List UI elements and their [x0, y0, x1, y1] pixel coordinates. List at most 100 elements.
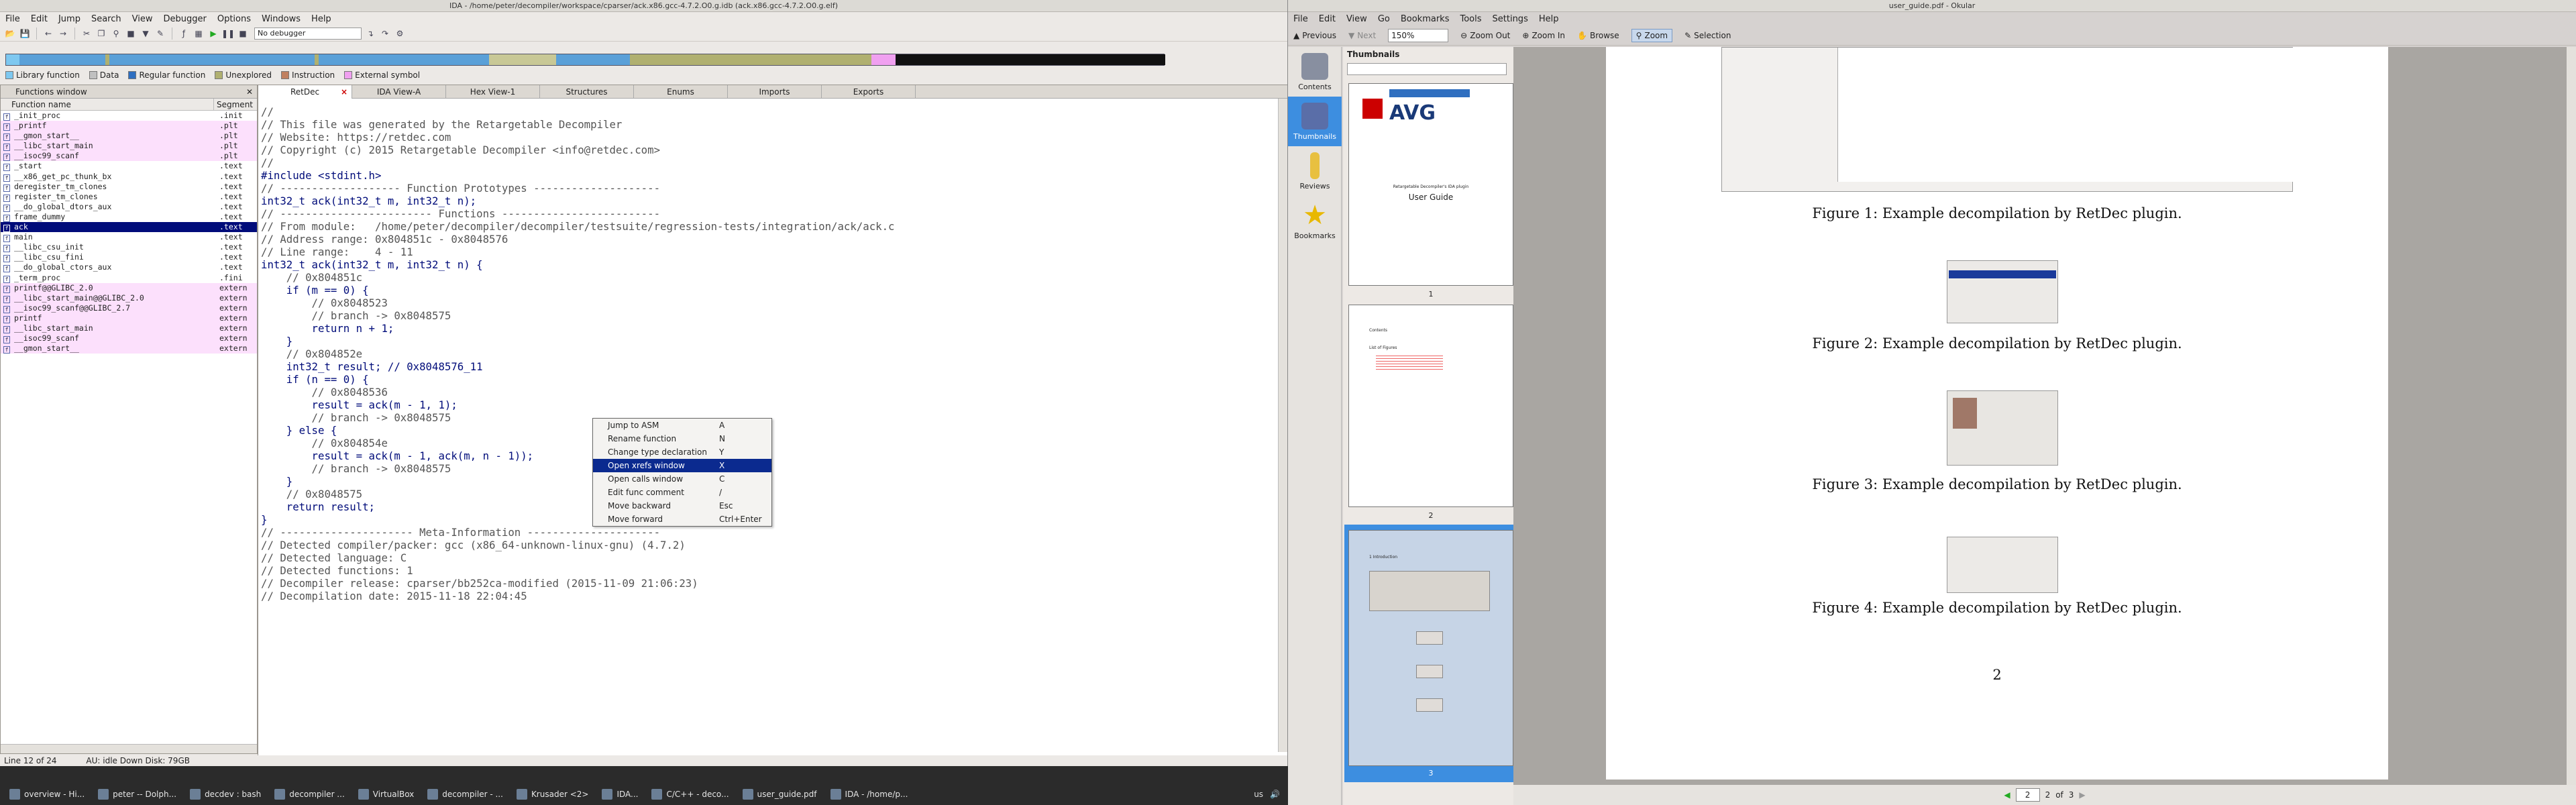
taskbar-task[interactable]: peter -- Dolph...: [94, 786, 182, 803]
forward-icon[interactable]: →: [57, 28, 69, 40]
col-segment[interactable]: Segment: [214, 99, 253, 110]
function-row[interactable]: f __libc_start_main@@GLIBC_2.0 extern: [1, 292, 257, 303]
function-row[interactable]: f _start .text: [1, 161, 257, 172]
function-row[interactable]: f ack .text: [1, 222, 257, 233]
run-icon[interactable]: ▶: [207, 28, 219, 40]
col-function-name[interactable]: Function name: [1, 99, 214, 110]
function-row[interactable]: f __x86_get_pc_thunk_bx .text: [1, 172, 257, 182]
okular-menu-bookmarks[interactable]: Bookmarks: [1401, 14, 1450, 24]
function-row[interactable]: f __libc_csu_init .text: [1, 242, 257, 253]
menu-options[interactable]: Options: [217, 14, 251, 24]
sidebar-item-reviews[interactable]: Reviews: [1288, 146, 1342, 196]
taskbar-task[interactable]: user_guide.pdf: [739, 786, 822, 803]
function-row[interactable]: f __libc_csu_fini .text: [1, 252, 257, 263]
okular-menu-view[interactable]: View: [1346, 14, 1367, 24]
search-icon[interactable]: ⚲: [110, 28, 122, 40]
function-row[interactable]: f printf extern: [1, 313, 257, 323]
graph-icon[interactable]: ▦: [193, 28, 205, 40]
code-vscrollbar[interactable]: [1278, 99, 1287, 752]
menu-debugger[interactable]: Debugger: [163, 14, 206, 24]
copy-icon[interactable]: ❐: [95, 28, 107, 40]
pause-icon[interactable]: ❚❚: [221, 28, 235, 40]
okular-menu-help[interactable]: Help: [1539, 14, 1559, 24]
viewer-vscrollbar[interactable]: [2567, 47, 2576, 785]
plugin-icon[interactable]: ⚙: [394, 28, 406, 40]
menu-jump[interactable]: Jump: [58, 14, 80, 24]
close-icon[interactable]: ✕: [246, 85, 253, 99]
taskbar-task[interactable]: IDA...: [598, 786, 643, 803]
menu-edit[interactable]: Edit: [31, 14, 48, 24]
tab-ida-view-a[interactable]: IDA View-A: [352, 85, 446, 99]
function-row[interactable]: f _term_proc .fini: [1, 273, 257, 283]
function-row[interactable]: f printf@@GLIBC_2.0 extern: [1, 282, 257, 293]
stop-icon[interactable]: ■: [237, 28, 249, 40]
tab-retdec[interactable]: RetDec ×: [258, 85, 352, 99]
selection-button[interactable]: ✎ Selection: [1684, 31, 1731, 40]
function-row[interactable]: f frame_dummy .text: [1, 212, 257, 222]
tab-enums[interactable]: Enums: [634, 85, 728, 99]
context-menu-item[interactable]: Move backward Esc: [593, 499, 771, 513]
function-row[interactable]: f __libc_start_main extern: [1, 323, 257, 334]
taskbar-task[interactable]: VirtualBox: [354, 786, 420, 803]
debugger-select[interactable]: No debugger: [254, 27, 362, 40]
thumbnail-page-1[interactable]: AVG Retargetable Decompiler's IDA plugin…: [1348, 83, 1513, 286]
volume-icon[interactable]: 🔊: [1270, 790, 1280, 799]
okular-menu-go[interactable]: Go: [1378, 14, 1390, 24]
binary-search-icon[interactable]: ■: [125, 28, 137, 40]
page-number-input[interactable]: 2: [2015, 788, 2040, 802]
taskbar-task[interactable]: IDA - /home/p...: [826, 786, 914, 803]
function-icon[interactable]: ƒ: [178, 28, 190, 40]
sidebar-item-thumbnails[interactable]: Thumbnails: [1288, 97, 1342, 146]
thumbnail-page-2[interactable]: Contents List of Figures: [1348, 305, 1513, 507]
functions-hscrollbar[interactable]: [1, 744, 257, 753]
menu-help[interactable]: Help: [311, 14, 331, 24]
function-row[interactable]: f __gmon_start__ extern: [1, 343, 257, 354]
thumbnail-page-3[interactable]: 1 Introduction: [1348, 530, 1513, 766]
menu-windows[interactable]: Windows: [262, 14, 301, 24]
function-row[interactable]: f __gmon_start__ .plt: [1, 131, 257, 142]
context-menu-item[interactable]: Open xrefs window X: [593, 459, 771, 472]
function-row[interactable]: f register_tm_clones .text: [1, 192, 257, 202]
down-arrow-icon[interactable]: ▼: [140, 28, 152, 40]
zoom-out-button[interactable]: ⊖ Zoom Out: [1460, 31, 1510, 40]
step-into-icon[interactable]: ↴: [364, 28, 376, 40]
taskbar-task[interactable]: Krusader <2>: [513, 786, 594, 803]
okular-menu-tools[interactable]: Tools: [1460, 14, 1481, 24]
function-row[interactable]: f deregister_tm_clones .text: [1, 182, 257, 192]
zoom-select[interactable]: 150%: [1388, 28, 1449, 42]
back-icon[interactable]: ←: [42, 28, 54, 40]
navigation-band[interactable]: [5, 54, 1165, 66]
close-icon[interactable]: ×: [341, 85, 347, 99]
function-row[interactable]: f __isoc99_scanf .plt: [1, 151, 257, 162]
function-row[interactable]: f main .text: [1, 232, 257, 243]
thumbnails-search-input[interactable]: [1347, 63, 1507, 75]
function-row[interactable]: f __isoc99_scanf@@GLIBC_2.7 extern: [1, 303, 257, 313]
function-row[interactable]: f __libc_start_main .plt: [1, 141, 257, 152]
okular-menu-settings[interactable]: Settings: [1493, 14, 1528, 24]
taskbar-task[interactable]: C/C++ - deco...: [647, 786, 734, 803]
save-icon[interactable]: 💾: [19, 28, 31, 40]
okular-menu-file[interactable]: File: [1293, 14, 1308, 24]
browse-button[interactable]: ✋ Browse: [1577, 31, 1619, 40]
document-viewer[interactable]: Figure 1: Example decompilation by RetDe…: [1513, 47, 2576, 785]
menu-file[interactable]: File: [5, 14, 20, 24]
taskbar-task[interactable]: decompiler - ...: [423, 786, 508, 803]
context-menu-item[interactable]: Open calls window C: [593, 472, 771, 486]
context-menu-item[interactable]: Rename function N: [593, 432, 771, 445]
zoom-tool-button[interactable]: ⚲ Zoom: [1631, 28, 1673, 42]
function-row[interactable]: f __isoc99_scanf extern: [1, 333, 257, 344]
tab-structures[interactable]: Structures: [540, 85, 634, 99]
sidebar-item-bookmarks[interactable]: ★ Bookmarks: [1288, 196, 1342, 246]
function-row[interactable]: f _printf .plt: [1, 121, 257, 131]
tab-hex-view-1[interactable]: Hex View-1: [446, 85, 540, 99]
function-row[interactable]: f __do_global_dtors_aux .text: [1, 202, 257, 212]
function-row[interactable]: f __do_global_ctors_aux .text: [1, 262, 257, 273]
next-button[interactable]: ▼ Next: [1348, 31, 1376, 40]
next-page-icon[interactable]: ▶: [2079, 790, 2085, 800]
previous-button[interactable]: ▲ Previous: [1293, 31, 1336, 40]
menu-view[interactable]: View: [132, 14, 153, 24]
function-row[interactable]: f _init_proc .init: [1, 111, 257, 121]
sidebar-item-contents[interactable]: Contents: [1288, 47, 1342, 97]
step-over-icon[interactable]: ↷: [379, 28, 391, 40]
cut-icon[interactable]: ✂: [80, 28, 93, 40]
